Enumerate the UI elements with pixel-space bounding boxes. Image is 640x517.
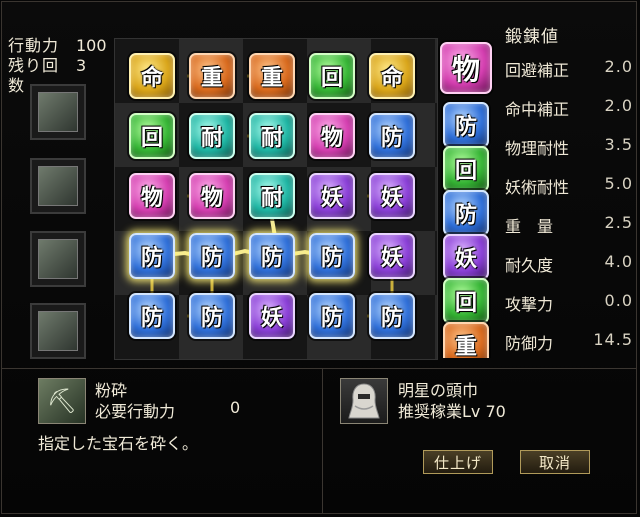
gem[interactable]: 回 — [309, 53, 355, 99]
gem[interactable]: 妖 — [369, 233, 415, 279]
stat-label: 耐久度 — [505, 256, 554, 275]
stat-label: 妖術耐性 — [505, 178, 570, 197]
stat-label: 命中補正 — [505, 100, 570, 119]
gem[interactable]: 重 — [189, 53, 235, 99]
stats-title: 鍛錬値 — [505, 27, 559, 47]
stat-row: 物理耐性 3.5 — [505, 135, 637, 174]
gem[interactable]: 防 — [369, 113, 415, 159]
gem[interactable]: 防 — [309, 293, 355, 339]
gem[interactable]: 回 — [129, 113, 175, 159]
queue-gem: 重 — [443, 322, 489, 358]
stat-value: 2.0 — [604, 96, 633, 115]
pickaxe-icon — [38, 92, 78, 132]
cancel-button[interactable]: 取消 — [520, 450, 590, 474]
stat-value: 2.5 — [604, 213, 633, 232]
stat-row: 命中補正 2.0 — [505, 96, 637, 135]
gem[interactable]: 命 — [129, 53, 175, 99]
divider — [322, 368, 323, 514]
gem[interactable]: 耐 — [249, 113, 295, 159]
skill-description: 指定した宝石を砕く。 — [38, 434, 199, 453]
queue-gem: 防 — [443, 102, 489, 148]
skill-slot-1[interactable] — [30, 84, 86, 140]
gem-queue: 物防回防妖回重 — [438, 40, 494, 358]
gem[interactable]: 妖 — [369, 173, 415, 219]
stat-row: 回避補正 2.0 — [505, 57, 637, 96]
gem[interactable]: 命 — [369, 53, 415, 99]
stat-label: 物理耐性 — [505, 139, 570, 158]
claw-icon — [38, 166, 78, 206]
stat-label: 攻撃力 — [505, 295, 554, 314]
gem[interactable]: 防 — [309, 233, 355, 279]
gem[interactable]: 物 — [129, 173, 175, 219]
stat-row: 攻撃力 0.0 — [505, 291, 637, 330]
stat-row: 耐久度 4.0 — [505, 252, 637, 291]
stat-value: 5.0 — [604, 174, 633, 193]
gem[interactable]: 防 — [189, 233, 235, 279]
gem[interactable]: 妖 — [249, 293, 295, 339]
stats-panel: 鍛錬値 回避補正 2.0 命中補正 2.0 物理耐性 3.5 妖術耐性 5.0 重 量 2.5 耐久… — [505, 22, 637, 369]
action-points-label: 行動力 — [8, 36, 60, 55]
queue-gem: 回 — [443, 278, 489, 324]
gem[interactable]: 防 — [129, 293, 175, 339]
finish-button[interactable]: 仕上げ — [423, 450, 493, 474]
gem-board: 命重重回命回耐耐物防物物耐妖妖防防防防妖防防妖防防 — [114, 38, 438, 360]
crosshair-flame-icon — [38, 311, 78, 351]
gem[interactable]: 物 — [189, 173, 235, 219]
stat-value: 4.0 — [604, 252, 633, 271]
stat-value: 2.0 — [604, 57, 633, 76]
hood-icon — [340, 378, 388, 424]
action-points-value: 100 — [76, 36, 107, 55]
skill-cost-value: 0 — [230, 398, 241, 417]
item-recommended-level: 推奨稼業Lv 70 — [398, 402, 506, 421]
skill-slot-2[interactable] — [30, 158, 86, 214]
stat-value: 14.5 — [593, 330, 633, 349]
queue-gem: 回 — [443, 146, 489, 192]
gem[interactable]: 妖 — [309, 173, 355, 219]
stat-label: 防御力 — [505, 334, 554, 353]
stat-row: 防御力 14.5 — [505, 330, 637, 369]
queue-gem: 物 — [440, 42, 492, 94]
claw-icon — [38, 239, 78, 279]
stat-label: 回避補正 — [505, 61, 570, 80]
gem[interactable]: 防 — [369, 293, 415, 339]
gem[interactable]: 物 — [309, 113, 355, 159]
stat-label: 重 量 — [505, 217, 554, 236]
skill-slot-4[interactable] — [30, 303, 86, 359]
gem[interactable]: 耐 — [249, 173, 295, 219]
stat-value: 3.5 — [604, 135, 633, 154]
stat-row: 妖術耐性 5.0 — [505, 174, 637, 213]
pickaxe-icon: ⛏ — [38, 378, 86, 424]
gem[interactable]: 防 — [189, 293, 235, 339]
queue-gem: 防 — [443, 190, 489, 236]
skill-cost-label: 必要行動力 — [95, 402, 176, 421]
stat-row: 重 量 2.5 — [505, 213, 637, 252]
queue-gem: 妖 — [443, 234, 489, 280]
gem[interactable]: 耐 — [189, 113, 235, 159]
stat-value: 0.0 — [604, 291, 633, 310]
gem[interactable]: 防 — [249, 233, 295, 279]
hood-icon-graphic — [348, 383, 380, 419]
gem[interactable]: 防 — [129, 233, 175, 279]
divider — [2, 368, 636, 369]
skill-slot-3[interactable] — [30, 231, 86, 287]
gem[interactable]: 重 — [249, 53, 295, 99]
